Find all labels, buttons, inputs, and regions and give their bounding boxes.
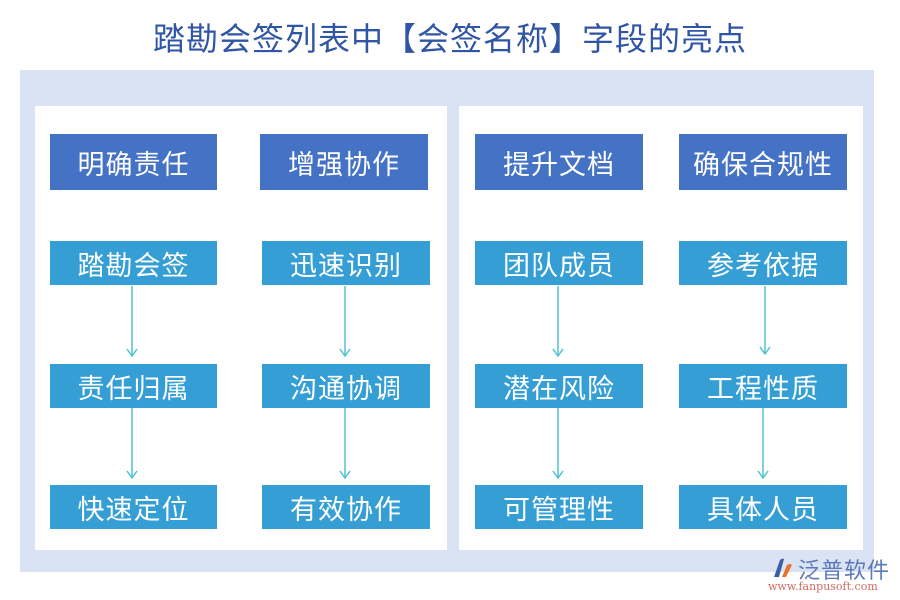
item-box-1-3: 快速定位 — [50, 485, 217, 529]
item-box-2-1: 迅速识别 — [262, 241, 430, 285]
item-box-2-2: 沟通协调 — [262, 364, 430, 408]
watermark-url: www.fanpusoft.com — [768, 580, 878, 593]
item-box-4-2: 工程性质 — [679, 364, 847, 408]
watermark-logo: 泛普软件 www.fanpusoft.com — [768, 553, 898, 597]
item-box-1-2: 责任归属 — [50, 364, 217, 408]
header-box-4: 确保合规性 — [679, 134, 847, 190]
item-box-4-3: 具体人员 — [679, 485, 847, 529]
header-box-1: 明确责任 — [50, 134, 217, 190]
header-box-3: 提升文档 — [475, 134, 643, 190]
item-box-3-2: 潜在风险 — [475, 364, 643, 408]
header-box-2: 增强协作 — [260, 134, 428, 190]
item-box-2-3: 有效协作 — [262, 485, 430, 529]
item-box-3-1: 团队成员 — [475, 241, 643, 285]
item-box-4-1: 参考依据 — [679, 241, 847, 285]
fanpu-logo-icon — [774, 558, 792, 577]
item-box-3-3: 可管理性 — [475, 485, 643, 529]
diagram-title: 踏勘会签列表中【会签名称】字段的亮点 — [152, 20, 747, 58]
item-box-1-1: 踏勘会签 — [50, 241, 217, 285]
